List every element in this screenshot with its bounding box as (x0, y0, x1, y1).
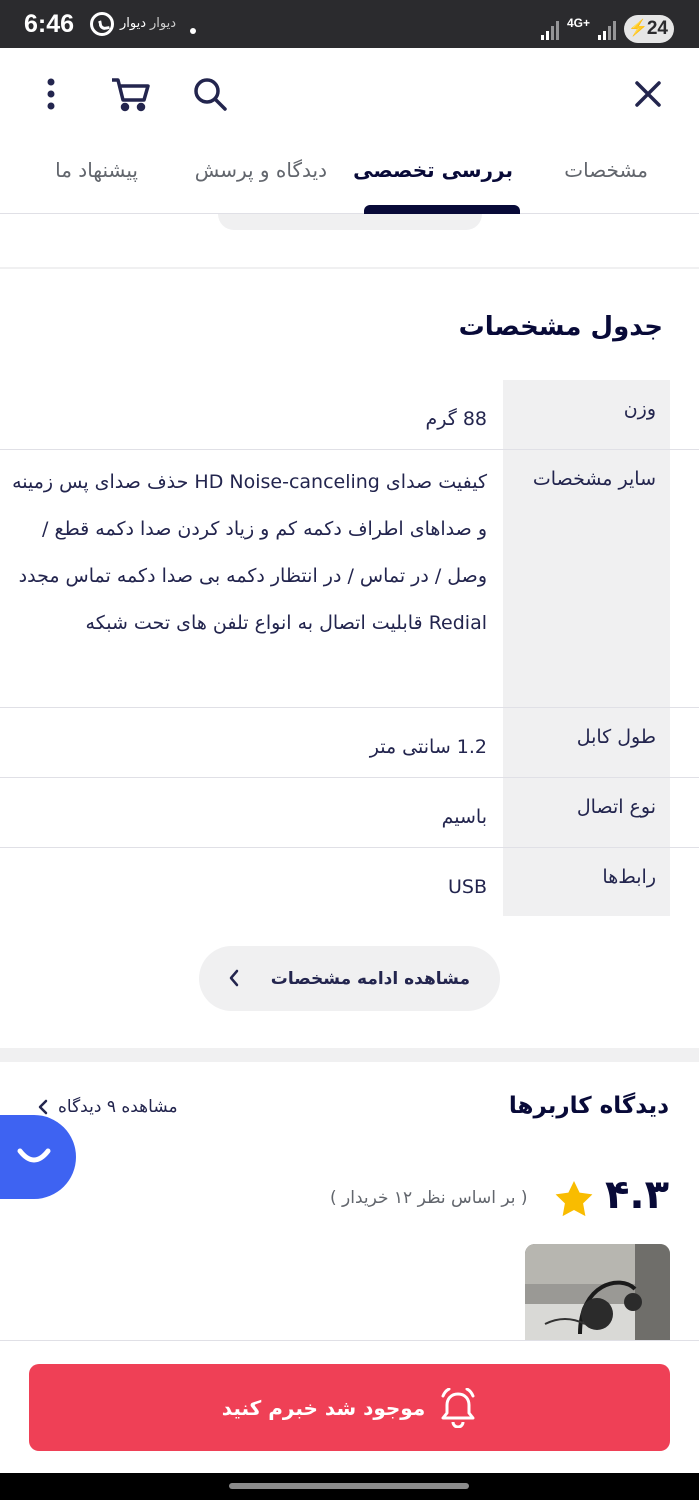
rating-count: ( بر اساس نظر ۱۲ خریدار ) (330, 1188, 528, 1208)
notify-when-available-button[interactable]: موجود شد خبرم کنید (29, 1364, 670, 1451)
review-image[interactable] (525, 1244, 670, 1340)
tab-expert-review[interactable]: بررسی تخصصی (353, 158, 513, 182)
spec-key: طول کابل (503, 708, 670, 777)
more-specs-button[interactable]: مشاهده ادامه مشخصات (199, 946, 500, 1011)
see-all-reviews-link[interactable]: مشاهده ۹ دیدگاه (38, 1097, 178, 1117)
cart-icon[interactable] (106, 70, 154, 118)
spec-key: سایر مشخصات (503, 450, 670, 707)
section-divider (0, 1048, 699, 1062)
reviews-title: دیدگاه کاربرها (508, 1093, 669, 1119)
notification-dot-icon (190, 28, 196, 34)
spec-value: 88 گرم (425, 408, 487, 430)
chevron-left-icon (229, 969, 239, 987)
see-all-label: مشاهده ۹ دیدگاه (58, 1097, 178, 1117)
smile-icon (17, 1148, 51, 1163)
whatsapp-icon (90, 12, 114, 36)
battery-indicator: 24 (624, 15, 674, 43)
spec-key: رابط‌ها (503, 848, 670, 916)
spec-row: نوع اتصال باسیم (0, 778, 699, 848)
status-time: 6:46 (24, 10, 75, 38)
chat-support-button[interactable] (0, 1115, 76, 1199)
spec-row: رابط‌ها USB (0, 848, 699, 916)
search-icon[interactable] (186, 70, 234, 118)
more-options-icon[interactable] (27, 70, 75, 118)
network-type: 4G+ (567, 16, 591, 30)
spec-value: باسیم (441, 806, 487, 828)
spec-value: کیفیت صدای HD Noise-canceling حذف صدای پ… (12, 471, 487, 634)
more-specs-label: مشاهده ادامه مشخصات (270, 968, 470, 989)
status-app-label: دیوار (150, 16, 177, 31)
spec-row: سایر مشخصات کیفیت صدای HD Noise-cancelin… (0, 450, 699, 708)
tab-suggestions[interactable]: پیشنهاد ما (55, 158, 138, 182)
tab-comments[interactable]: دیدگاه و پرسش (195, 158, 327, 182)
partial-button[interactable] (218, 214, 482, 230)
spec-row: وزن 88 گرم (0, 380, 699, 450)
app-bar (0, 48, 699, 140)
status-app-label: دیوار (120, 16, 147, 31)
spec-value: 1.2 سانتی متر (369, 736, 487, 758)
bell-icon (441, 1387, 475, 1428)
notify-label: موجود شد خبرم کنید (221, 1395, 426, 1420)
signal-icon (598, 20, 616, 40)
spec-key: نوع اتصال (503, 778, 670, 847)
rating-value: ۴.۳ (604, 1172, 669, 1218)
section-title: جدول مشخصات (458, 312, 663, 342)
chevron-left-icon (38, 1099, 48, 1115)
spec-row: طول کابل 1.2 سانتی متر (0, 708, 699, 778)
spec-key: وزن (503, 380, 670, 449)
status-bar: 6:46 دیوار دیوار 4G+ 24 (0, 0, 699, 48)
close-icon[interactable] (624, 70, 672, 118)
tab-bar: مشخصات بررسی تخصصی دیدگاه و پرسش پیشنهاد… (0, 140, 699, 214)
system-nav-bar (0, 1473, 699, 1500)
active-tab-indicator (364, 205, 520, 214)
home-handle[interactable] (229, 1483, 469, 1489)
divider (0, 267, 699, 269)
star-icon (555, 1181, 593, 1217)
signal-icon (541, 20, 559, 40)
tab-specs[interactable]: مشخصات (564, 158, 648, 182)
spec-value: USB (447, 876, 487, 898)
bottom-action-bar: موجود شد خبرم کنید (0, 1340, 699, 1473)
